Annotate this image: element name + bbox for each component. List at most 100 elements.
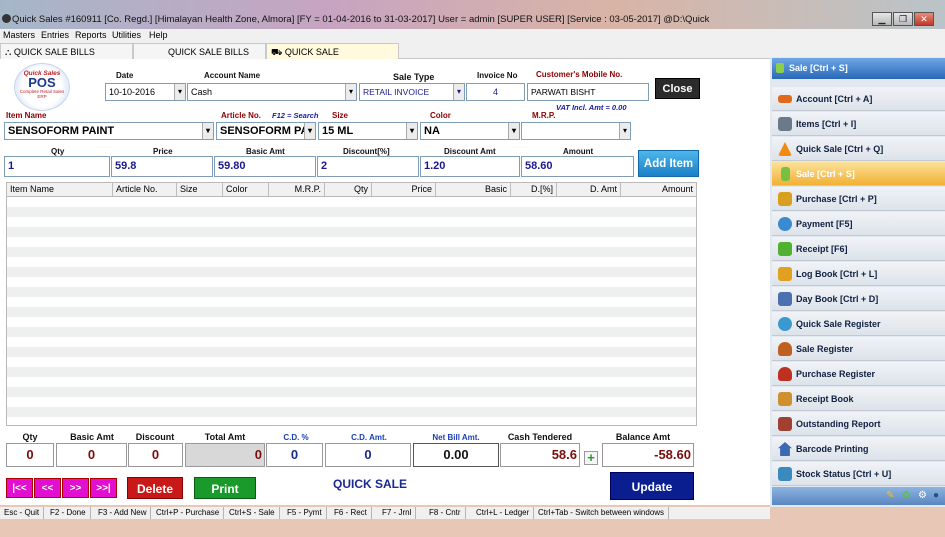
tab-quick-sale-bills-1[interactable]: ⛬ QUICK SALE BILLS	[0, 43, 133, 59]
col-basic[interactable]: Basic	[436, 183, 511, 196]
col-item-name[interactable]: Item Name	[7, 183, 113, 196]
col-price[interactable]: Price	[372, 183, 436, 196]
col-color[interactable]: Color	[223, 183, 269, 196]
basic-amt-field[interactable]: 59.80	[214, 156, 316, 177]
sidebar-item-outstanding-report[interactable]: Outstanding Report	[772, 412, 945, 436]
price-field[interactable]: 59.8	[111, 156, 213, 177]
status-ctrlp: Ctrl+P - Purchase	[152, 507, 225, 519]
sidebar-item-sale[interactable]: Sale [Ctrl + S]	[772, 162, 945, 186]
items-icon	[778, 117, 792, 131]
total-qty-value: 0	[6, 443, 54, 467]
minimize-button[interactable]: ▁	[872, 12, 892, 26]
sale-type-select[interactable]: RETAIL INVOICE	[359, 83, 465, 101]
status-esc: Esc - Quit	[0, 507, 45, 519]
col-disc-pct[interactable]: D.[%]	[511, 183, 557, 196]
logo-line2: POS	[28, 75, 56, 90]
first-record-button[interactable]: |<<	[6, 478, 33, 498]
discount-amt-label: Discount Amt	[444, 147, 496, 156]
sidebar-item-receipt[interactable]: Receipt [F6]	[772, 237, 945, 261]
article-select[interactable]: SENSOFORM PAII	[216, 122, 316, 140]
net-bill-value: 0.00	[413, 443, 499, 467]
sidebar-item-barcode-printing[interactable]: Barcode Printing	[772, 437, 945, 461]
menu-bar: Masters Entries Reports Utilities Help	[0, 29, 945, 42]
discount-field[interactable]: 2	[317, 156, 419, 177]
tab-icon: ⛟	[271, 47, 285, 57]
info-icon[interactable]: ●	[933, 490, 939, 501]
sale-icon	[781, 167, 790, 181]
col-size[interactable]: Size	[177, 183, 223, 196]
sidebar-item-purchase[interactable]: Purchase [Ctrl + P]	[772, 187, 945, 211]
cd-amt-field[interactable]: 0	[325, 443, 411, 467]
cash-tendered-field[interactable]: 58.6	[500, 443, 580, 467]
date-field[interactable]: 10-10-2016	[105, 83, 186, 101]
pencil-icon[interactable]: ✎	[886, 490, 894, 501]
next-record-button[interactable]: >>	[62, 478, 89, 498]
close-window-button[interactable]: ✕	[914, 12, 934, 26]
account-select[interactable]: Cash	[187, 83, 357, 101]
sidebar-item-items[interactable]: Items [Ctrl + I]	[772, 112, 945, 136]
qty-field[interactable]: 1	[4, 156, 110, 177]
sidebar-item-payment[interactable]: Payment [F5]	[772, 212, 945, 236]
menu-utilities[interactable]: Utilities	[112, 30, 141, 40]
leaf-icon[interactable]: ✿	[902, 490, 910, 501]
plus-icon[interactable]: +	[584, 451, 598, 465]
cd-pct-field[interactable]: 0	[266, 443, 323, 467]
home-icon	[778, 442, 792, 456]
sidebar-item-log-book[interactable]: Log Book [Ctrl + L]	[772, 262, 945, 286]
sidebar-item-stock-status[interactable]: Stock Status [Ctrl + U]	[772, 462, 945, 486]
menu-reports[interactable]: Reports	[75, 30, 107, 40]
col-disc-amt[interactable]: D. Amt	[557, 183, 621, 196]
customer-field[interactable]: PARWATI BISHT	[527, 83, 649, 101]
item-name-select[interactable]: SENSOFORM PAINT	[4, 122, 214, 140]
update-button[interactable]: Update	[610, 472, 694, 500]
status-ctrll: Ctrl+L - Ledger	[472, 507, 535, 519]
last-record-button[interactable]: >>|	[90, 478, 117, 498]
sidebar-item-day-book[interactable]: Day Book [Ctrl + D]	[772, 287, 945, 311]
prev-record-button[interactable]: <<	[34, 478, 61, 498]
items-grid-body[interactable]	[6, 197, 697, 426]
total-basic-label: Basic Amt	[70, 432, 114, 442]
total-discount-label: Discount	[135, 432, 175, 442]
print-button[interactable]: Print	[194, 477, 256, 499]
invoice-field[interactable]: 4	[466, 83, 525, 101]
mrp-select[interactable]	[521, 122, 631, 140]
sidebar-item-sale-register[interactable]: Sale Register	[772, 337, 945, 361]
close-button[interactable]: Close	[655, 78, 700, 99]
menu-entries[interactable]: Entries	[41, 30, 69, 40]
discount-amt-field[interactable]: 1.20	[420, 156, 520, 177]
col-mrp[interactable]: M.R.P.	[269, 183, 325, 196]
add-item-button[interactable]: Add Item	[638, 150, 699, 177]
delete-button[interactable]: Delete	[127, 477, 183, 499]
sidebar-item-quick-sale-register[interactable]: Quick Sale Register	[772, 312, 945, 336]
status-ctrls: Ctrl+S - Sale	[225, 507, 280, 519]
col-qty[interactable]: Qty	[325, 183, 372, 196]
daybook-icon	[778, 292, 792, 306]
size-select[interactable]: 15 ML	[318, 122, 418, 140]
sidebar-item-quick-sale[interactable]: Quick Sale [Ctrl + Q]	[772, 137, 945, 161]
account-icon	[778, 95, 792, 103]
restore-button[interactable]: ❐	[893, 12, 913, 26]
receipt-icon	[778, 242, 792, 256]
payment-icon	[778, 217, 792, 231]
col-amount[interactable]: Amount	[621, 183, 696, 196]
tab-quick-sale[interactable]: ⛟ QUICK SALE	[266, 43, 399, 59]
menu-help[interactable]: Help	[149, 30, 168, 40]
user-red-icon	[778, 367, 792, 381]
date-label: Date	[116, 71, 134, 80]
color-select[interactable]: NA	[420, 122, 520, 140]
menu-masters[interactable]: Masters	[3, 30, 35, 40]
tools-icon[interactable]: ⚙	[918, 490, 927, 501]
col-article[interactable]: Article No.	[113, 183, 177, 196]
sidebar-item-receipt-book[interactable]: Receipt Book	[772, 387, 945, 411]
status-bar: Esc - Quit F2 - Done F3 - Add New Ctrl+P…	[0, 507, 770, 519]
amount-field[interactable]: 58.60	[521, 156, 634, 177]
sidebar-item-purchase-register[interactable]: Purchase Register	[772, 362, 945, 386]
total-amt-label: Total Amt	[204, 432, 246, 442]
mode-label: QUICK SALE	[333, 477, 408, 491]
receipt-book-icon	[778, 392, 792, 406]
mobile-label: Customer's Mobile No.	[536, 70, 623, 79]
tab-quick-sale-bills-2[interactable]: QUICK SALE BILLS	[133, 43, 266, 59]
status-f6: F6 - Rect	[330, 507, 372, 519]
amount-label: Amount	[563, 147, 594, 156]
sidebar-item-account[interactable]: Account [Ctrl + A]	[772, 87, 945, 111]
